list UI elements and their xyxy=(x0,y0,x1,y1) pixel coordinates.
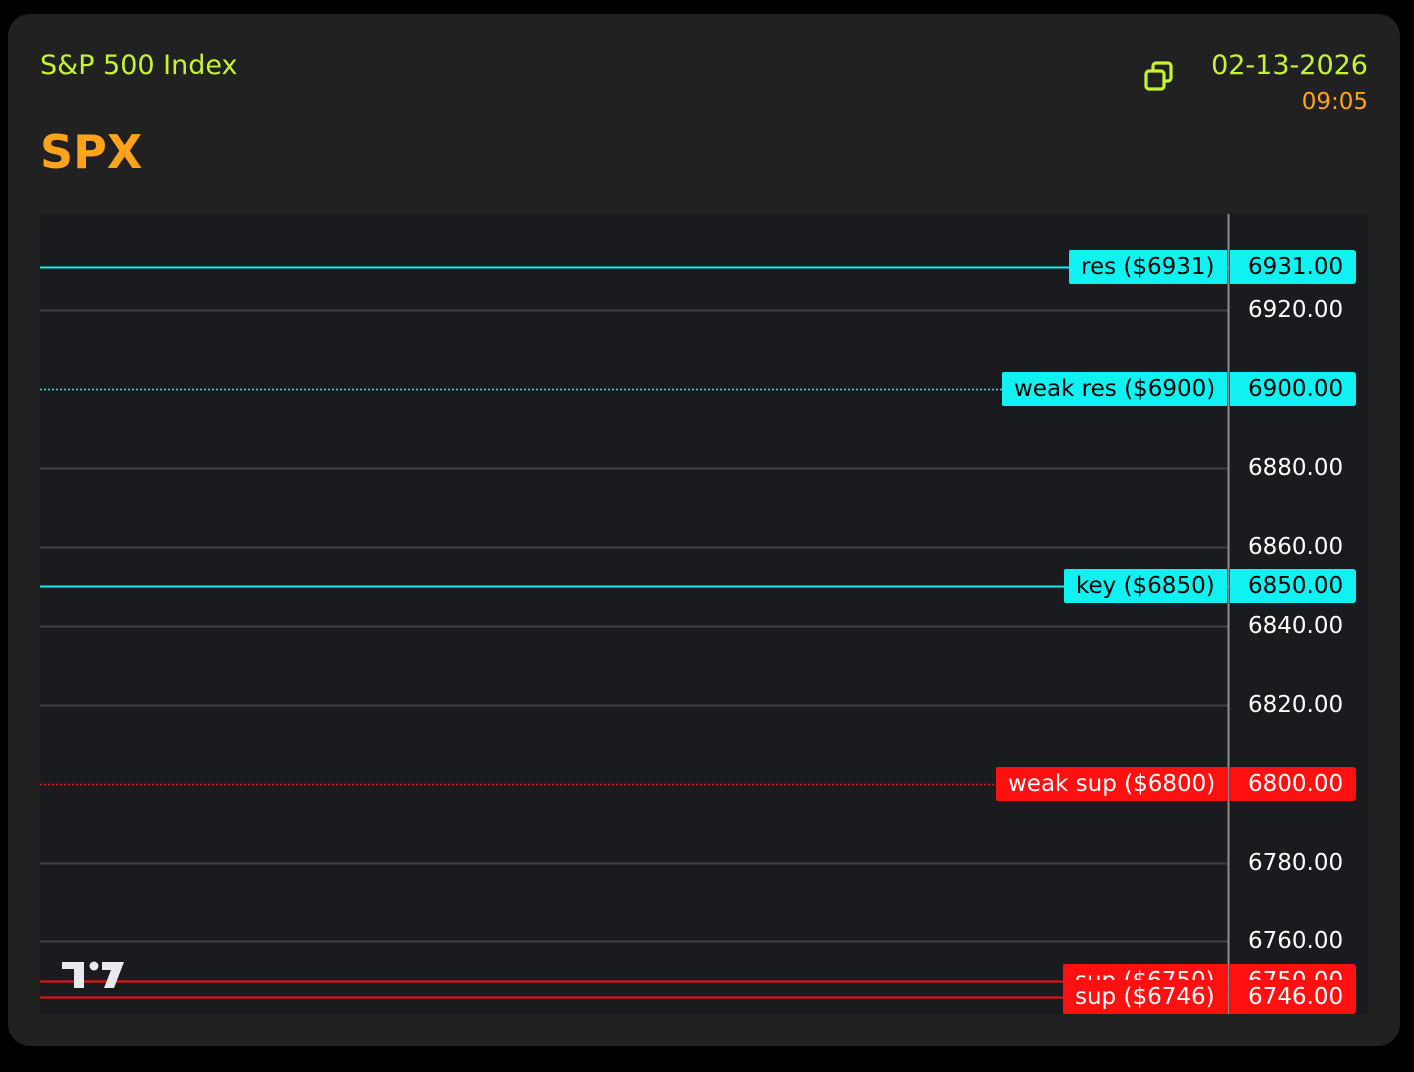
tradingview-logo-icon[interactable] xyxy=(62,954,126,994)
level-price-label: 6931.00 xyxy=(1230,249,1356,284)
quote-time: 09:05 xyxy=(1301,89,1368,115)
quote-date: 02-13-2026 xyxy=(1211,50,1368,81)
copy-button[interactable] xyxy=(1138,56,1182,100)
level-price-label: 6900.00 xyxy=(1230,372,1356,407)
y-tick-label: 6780.00 xyxy=(1248,849,1344,876)
level-price-label: 6746.00 xyxy=(1230,979,1356,1014)
level-price-label: 6800.00 xyxy=(1230,766,1356,801)
ticker-symbol: SPX xyxy=(40,125,143,179)
level-price-label: 6850.00 xyxy=(1230,569,1356,604)
level-tag[interactable]: weak sup ($6800) xyxy=(996,766,1228,801)
y-tick-label: 6820.00 xyxy=(1248,691,1344,718)
chart-card: S&P 500 Index SPX 02-13-2026 09:05 6760.… xyxy=(8,14,1400,1046)
price-chart[interactable]: 6760.00 6780.00 6820.00 6840.00 6860.00 6880.… xyxy=(40,214,1368,1014)
level-tag[interactable]: weak res ($6900) xyxy=(1002,372,1228,407)
y-tick-label: 6760.00 xyxy=(1248,928,1344,955)
y-tick-label: 6860.00 xyxy=(1248,533,1344,560)
index-name: S&P 500 Index xyxy=(40,50,238,81)
copy-icon xyxy=(1144,61,1173,91)
chart-plot xyxy=(40,214,1230,1014)
y-tick-label: 6840.00 xyxy=(1248,612,1344,639)
level-tag[interactable]: sup ($6746) xyxy=(1063,979,1227,1014)
level-tag[interactable]: res ($6931) xyxy=(1069,249,1227,284)
y-tick-label: 6920.00 xyxy=(1248,297,1344,324)
level-tag[interactable]: key ($6850) xyxy=(1064,569,1227,604)
y-tick-label: 6880.00 xyxy=(1248,455,1344,482)
